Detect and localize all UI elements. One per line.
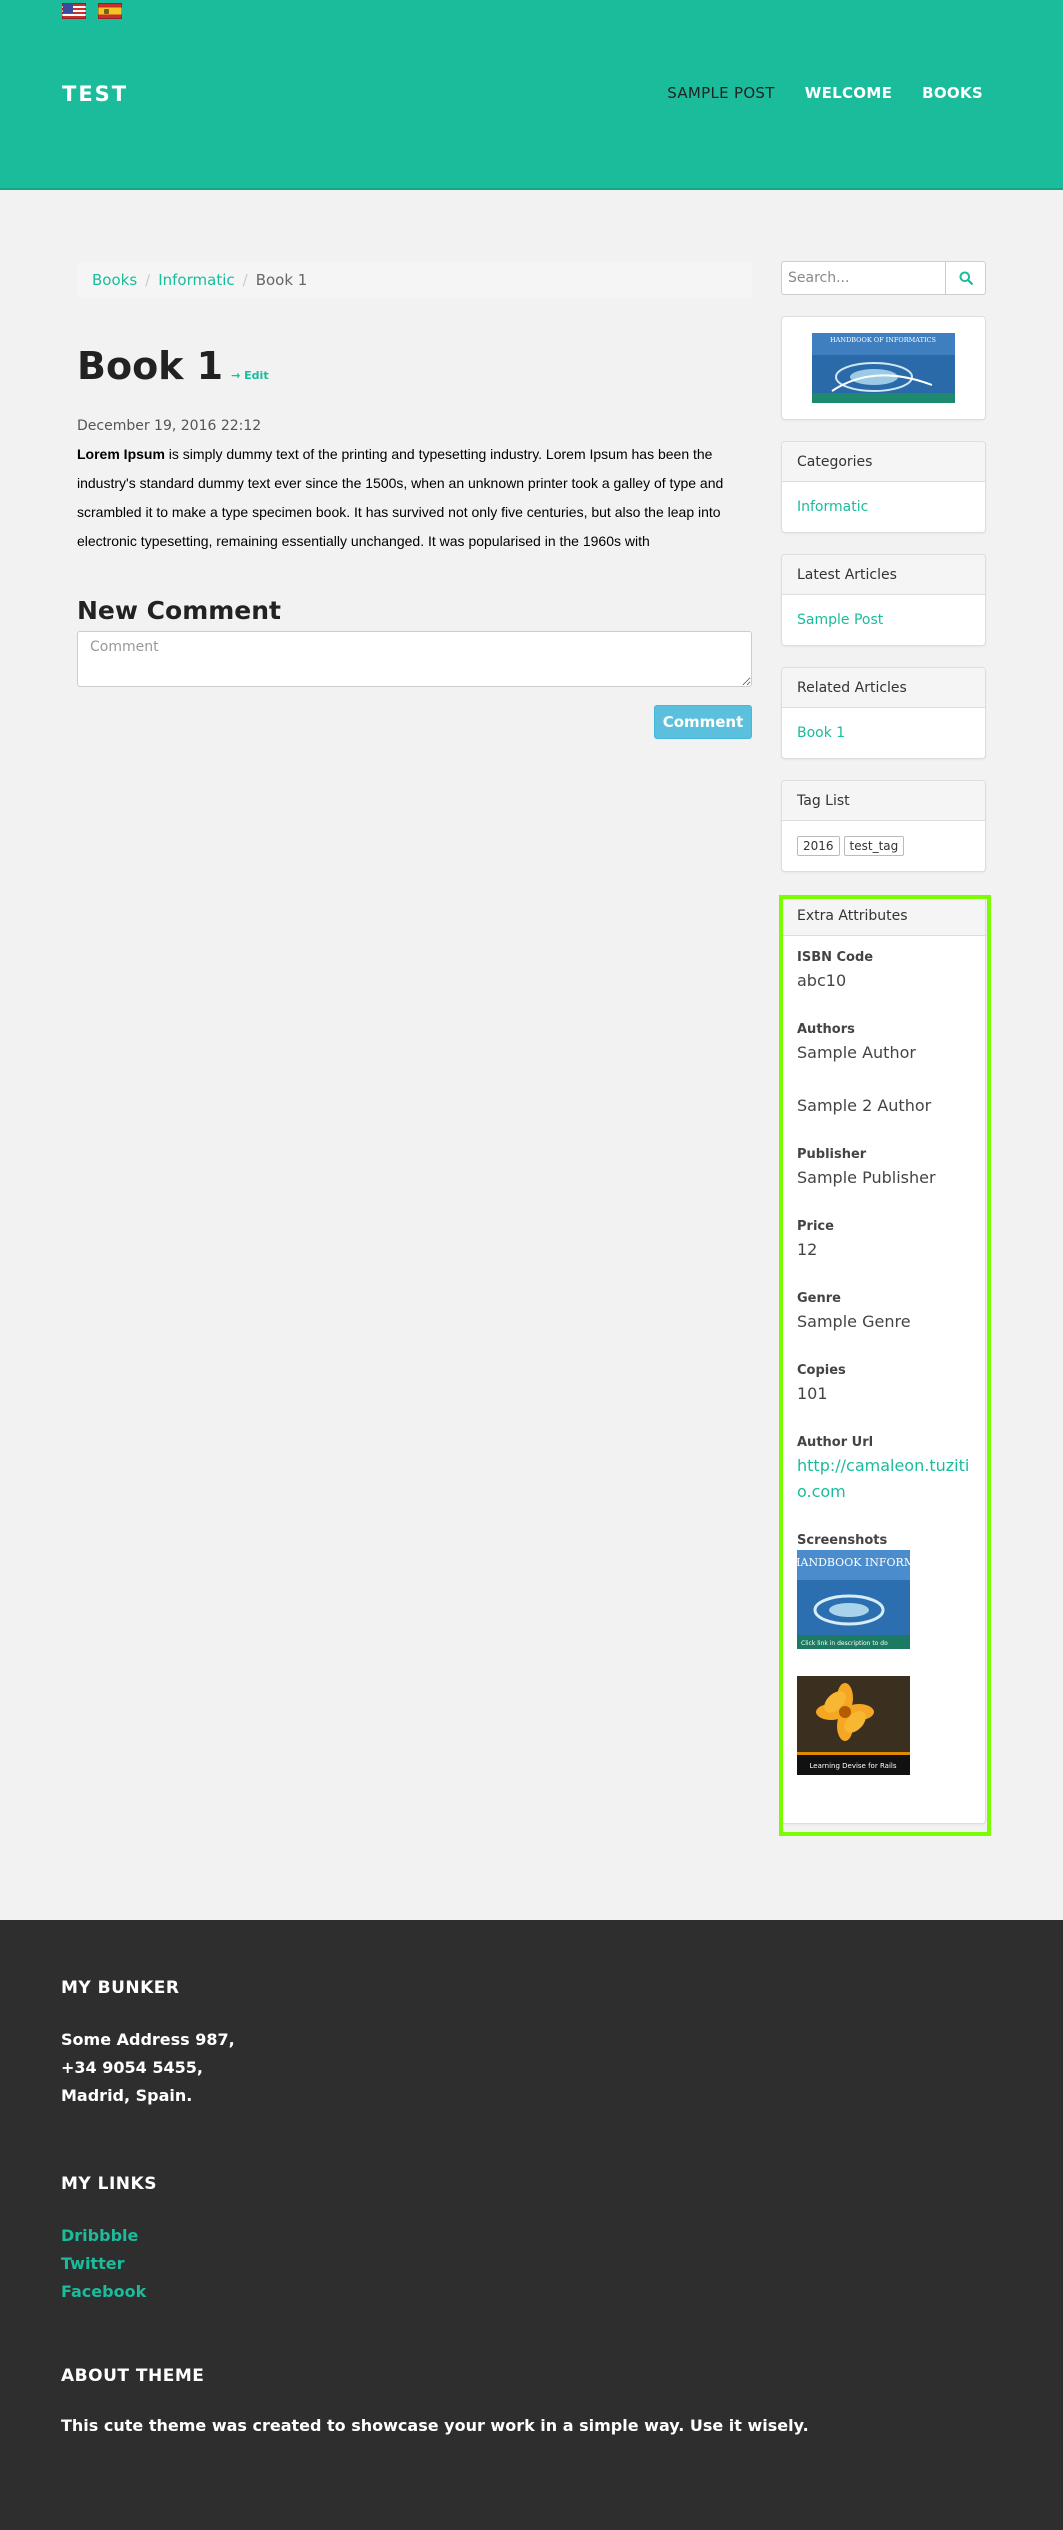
- extra-attributes-highlight: [779, 895, 991, 1836]
- footer-links-title: MY LINKS: [61, 2174, 157, 2194]
- latest-article-sample-post[interactable]: Sample Post: [797, 612, 883, 628]
- categories-heading: Categories: [782, 442, 985, 482]
- breadcrumb-informatic[interactable]: Informatic: [158, 271, 234, 289]
- us-flag-icon[interactable]: [62, 3, 86, 19]
- post-body-bold: Lorem Ipsum: [77, 446, 165, 462]
- nav-item-sample-post[interactable]: SAMPLE POST: [667, 84, 775, 102]
- footer-link-dribbble[interactable]: Dribbble: [61, 2222, 1002, 2250]
- tag-list-panel: Tag List 2016 test_tag: [781, 780, 986, 872]
- categories-panel: Categories Informatic: [781, 441, 986, 533]
- footer-link-twitter[interactable]: Twitter: [61, 2250, 1002, 2278]
- cover-panel: HANDBOOK OF INFORMATICS: [781, 316, 986, 420]
- related-articles-panel: Related Articles Book 1: [781, 667, 986, 759]
- site-footer: MY BUNKER Some Address 987, +34 9054 545…: [0, 1920, 1063, 2530]
- tag-list-body: 2016 test_tag: [782, 821, 985, 871]
- breadcrumb: Books / Informatic / Book 1: [77, 262, 752, 298]
- footer-about-title: ABOUT THEME: [61, 2366, 205, 2386]
- tag-2016[interactable]: 2016: [797, 836, 840, 856]
- post-title: Book 1: [77, 344, 224, 388]
- address-line: +34 9054 5455,: [61, 2058, 203, 2077]
- breadcrumb-books[interactable]: Books: [92, 271, 137, 289]
- book-cover-image[interactable]: HANDBOOK OF INFORMATICS: [812, 333, 955, 403]
- tag-test-tag[interactable]: test_tag: [843, 836, 905, 856]
- footer-links: Dribbble Twitter Facebook: [61, 2222, 1002, 2306]
- search-form: [781, 261, 986, 295]
- es-flag-icon[interactable]: [98, 3, 122, 19]
- main-content: Books / Informatic / Book 1 Book 1 → Edi…: [0, 190, 1063, 1920]
- breadcrumb-current: Book 1: [255, 271, 308, 289]
- latest-articles-body: Sample Post: [782, 595, 985, 645]
- address-line: Madrid, Spain.: [61, 2086, 193, 2105]
- search-icon: [959, 271, 973, 285]
- address-line: Some Address 987,: [61, 2030, 235, 2049]
- cover-panel-body: HANDBOOK OF INFORMATICS: [782, 317, 985, 419]
- category-informatic[interactable]: Informatic: [797, 499, 868, 515]
- post-date: December 19, 2016 22:12: [77, 418, 262, 434]
- comment-input[interactable]: [77, 631, 752, 687]
- article: Books / Informatic / Book 1 Book 1 → Edi…: [77, 262, 752, 739]
- comment-button[interactable]: Comment: [654, 705, 752, 739]
- nav-item-welcome[interactable]: WELCOME: [805, 84, 892, 102]
- search-button[interactable]: [945, 261, 986, 295]
- footer-bunker-title: MY BUNKER: [61, 1978, 180, 1998]
- footer-about-text: This cute theme was created to showcase …: [61, 2416, 809, 2435]
- footer-address: Some Address 987, +34 9054 5455, Madrid,…: [61, 2026, 1002, 2110]
- breadcrumb-separator: /: [242, 271, 248, 289]
- nav-item-books[interactable]: BOOKS: [922, 84, 983, 102]
- post-body: Lorem Ipsum is simply dummy text of the …: [77, 440, 752, 556]
- latest-articles-panel: Latest Articles Sample Post: [781, 554, 986, 646]
- latest-articles-heading: Latest Articles: [782, 555, 985, 595]
- post-title-row: Book 1 → Edit: [77, 344, 752, 388]
- cover-title-text: HANDBOOK OF INFORMATICS: [830, 336, 936, 344]
- related-articles-heading: Related Articles: [782, 668, 985, 708]
- post-body-text: is simply dummy text of the printing and…: [77, 446, 724, 549]
- breadcrumb-separator: /: [145, 271, 151, 289]
- site-header: TEST SAMPLE POST WELCOME BOOKS: [0, 0, 1063, 190]
- search-input[interactable]: [781, 261, 945, 295]
- footer-link-facebook[interactable]: Facebook: [61, 2278, 1002, 2306]
- main-nav: SAMPLE POST WELCOME BOOKS: [667, 84, 983, 102]
- related-articles-body: Book 1: [782, 708, 985, 758]
- edit-link[interactable]: → Edit: [231, 369, 268, 382]
- site-brand[interactable]: TEST: [62, 82, 128, 106]
- comment-actions: Comment: [77, 705, 752, 739]
- tag-list-heading: Tag List: [782, 781, 985, 821]
- categories-body: Informatic: [782, 482, 985, 532]
- new-comment-title: New Comment: [77, 596, 282, 625]
- language-switcher: [62, 3, 122, 19]
- related-article-book-1[interactable]: Book 1: [797, 725, 845, 741]
